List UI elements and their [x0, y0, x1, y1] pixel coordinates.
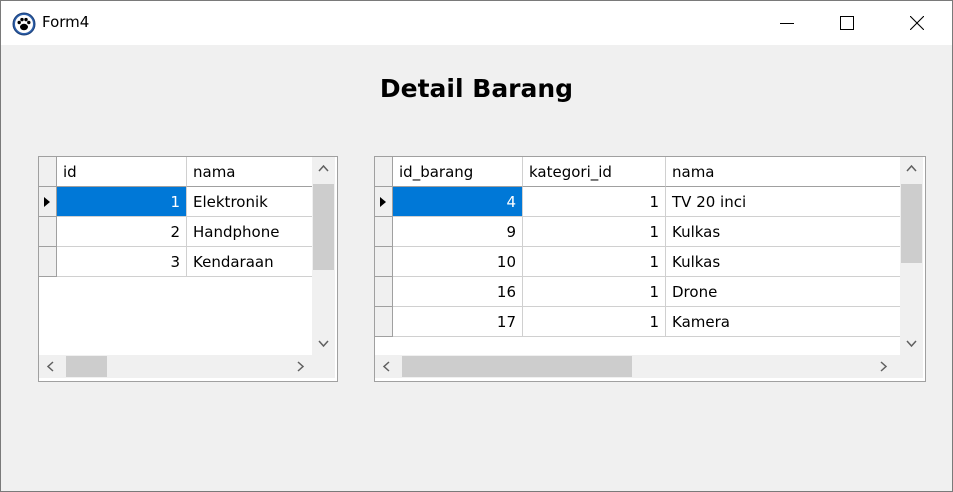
cell-kategori-id[interactable]: 1	[523, 187, 666, 217]
cell-id-barang[interactable]: 17	[393, 307, 523, 337]
cell-nama[interactable]: Kendaraan	[187, 247, 317, 277]
row-selector[interactable]	[375, 277, 393, 307]
scroll-up-button[interactable]	[312, 157, 335, 180]
table-row[interactable]: 9 1 Kulkas	[375, 217, 902, 247]
scroll-down-icon	[318, 340, 329, 348]
cell-id-barang[interactable]: 9	[393, 217, 523, 247]
cell-kategori-id[interactable]: 1	[523, 277, 666, 307]
scroll-left-icon	[382, 361, 390, 372]
table-row[interactable]: 1 Elektronik	[39, 187, 317, 217]
scroll-left-icon	[46, 361, 54, 372]
horizontal-scrollbar[interactable]	[375, 355, 900, 378]
scroll-up-button[interactable]	[900, 157, 923, 180]
corner-header	[375, 157, 393, 187]
row-pointer-icon	[380, 197, 386, 207]
cell-nama[interactable]: TV 20 inci	[666, 187, 902, 217]
cell-kategori-id[interactable]: 1	[523, 307, 666, 337]
cell-nama[interactable]: Kamera	[666, 307, 902, 337]
table-row[interactable]: 17 1 Kamera	[375, 307, 902, 337]
column-header-nama[interactable]: nama	[187, 157, 317, 187]
cell-id[interactable]: 3	[57, 247, 187, 277]
scrollbar-corner	[900, 355, 923, 378]
title-bar[interactable]: Form4	[1, 1, 952, 45]
table-row[interactable]: 16 1 Drone	[375, 277, 902, 307]
scroll-right-button[interactable]	[289, 355, 312, 378]
vertical-scroll-thumb[interactable]	[313, 184, 334, 270]
maximize-button[interactable]	[824, 1, 870, 45]
cell-id-barang[interactable]: 10	[393, 247, 523, 277]
barang-grid[interactable]: id_barang kategori_id nama 4 1 TV 20 inc…	[374, 156, 926, 382]
horizontal-scrollbar[interactable]	[39, 355, 312, 378]
cell-id[interactable]: 1	[57, 187, 187, 217]
cell-nama[interactable]: Handphone	[187, 217, 317, 247]
row-selector[interactable]	[375, 187, 393, 217]
cell-id-barang[interactable]: 16	[393, 277, 523, 307]
horizontal-scroll-thumb[interactable]	[402, 356, 632, 377]
table-row[interactable]: 3 Kendaraan	[39, 247, 317, 277]
scroll-right-icon	[297, 361, 305, 372]
page-title: Detail Barang	[379, 74, 574, 103]
scroll-left-button[interactable]	[39, 355, 62, 378]
cell-nama[interactable]: Elektronik	[187, 187, 317, 217]
column-header-id[interactable]: id	[57, 157, 187, 187]
column-header-nama[interactable]: nama	[666, 157, 902, 187]
row-selector[interactable]	[375, 247, 393, 277]
cell-kategori-id[interactable]: 1	[523, 247, 666, 277]
scroll-right-button[interactable]	[872, 355, 895, 378]
cell-id-barang[interactable]: 4	[393, 187, 523, 217]
corner-header	[39, 157, 57, 187]
kategori-grid[interactable]: id nama 1 Elektronik 2 Handphone 3 Kenda…	[38, 156, 338, 382]
row-selector[interactable]	[375, 217, 393, 247]
cell-kategori-id[interactable]: 1	[523, 217, 666, 247]
minimize-button[interactable]	[764, 1, 810, 45]
scroll-up-icon	[906, 164, 917, 172]
close-button[interactable]	[894, 1, 940, 45]
row-pointer-icon	[44, 197, 50, 207]
horizontal-scroll-thumb[interactable]	[66, 356, 107, 377]
table-row[interactable]: 4 1 TV 20 inci	[375, 187, 902, 217]
scroll-down-button[interactable]	[900, 332, 923, 355]
table-row[interactable]: 10 1 Kulkas	[375, 247, 902, 277]
scroll-right-icon	[880, 361, 888, 372]
scroll-left-button[interactable]	[375, 355, 398, 378]
vertical-scroll-thumb[interactable]	[901, 184, 922, 263]
scroll-down-icon	[906, 340, 917, 348]
table-row[interactable]: 2 Handphone	[39, 217, 317, 247]
header-row: id_barang kategori_id nama	[375, 157, 902, 187]
scroll-up-icon	[318, 164, 329, 172]
cell-nama[interactable]: Kulkas	[666, 247, 902, 277]
paw-app-icon	[12, 12, 36, 36]
vertical-scrollbar[interactable]	[900, 157, 923, 355]
scroll-down-button[interactable]	[312, 332, 335, 355]
form-window: Form4 Detail Barang id nama 1 Elektronik…	[0, 0, 953, 492]
vertical-scrollbar[interactable]	[312, 157, 335, 355]
column-header-id-barang[interactable]: id_barang	[393, 157, 523, 187]
window-title: Form4	[42, 13, 90, 31]
row-selector[interactable]	[375, 307, 393, 337]
header-row: id nama	[39, 157, 317, 187]
scrollbar-corner	[312, 355, 335, 378]
cell-nama[interactable]: Kulkas	[666, 217, 902, 247]
column-header-kategori-id[interactable]: kategori_id	[523, 157, 666, 187]
row-selector[interactable]	[39, 187, 57, 217]
cell-nama[interactable]: Drone	[666, 277, 902, 307]
row-selector[interactable]	[39, 247, 57, 277]
row-selector[interactable]	[39, 217, 57, 247]
cell-id[interactable]: 2	[57, 217, 187, 247]
